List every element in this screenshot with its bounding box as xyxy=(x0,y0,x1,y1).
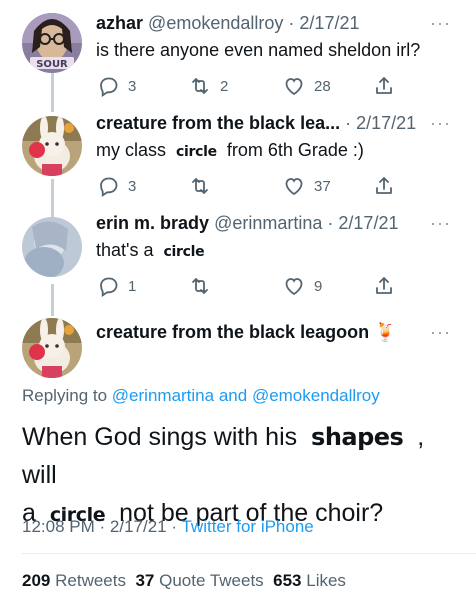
likes-stat[interactable]: 653 Likes xyxy=(273,571,346,590)
tweet-source-link[interactable]: Twitter for iPhone xyxy=(181,517,313,536)
tweet-date[interactable]: 2/17/21 xyxy=(338,213,398,233)
author-handle[interactable]: @emokendallroy xyxy=(148,13,283,33)
author-handle[interactable]: @erinmartina xyxy=(214,213,322,233)
tweet-text: that's a circle xyxy=(96,240,205,261)
author-name[interactable]: creature from the black lea... xyxy=(96,113,340,133)
like-icon xyxy=(285,178,303,196)
likes-count: 653 xyxy=(273,571,302,590)
tweet-date[interactable]: 2/17/21 xyxy=(110,517,167,536)
like-count: 28 xyxy=(314,77,331,95)
author-name[interactable]: erin m. brady xyxy=(96,213,209,233)
quotes-stat[interactable]: 37 Quote Tweets xyxy=(135,571,263,590)
retweet-count: 2 xyxy=(220,77,229,95)
retweet-button[interactable]: 2 xyxy=(188,74,228,98)
share-button[interactable] xyxy=(372,174,396,198)
quotes-count: 37 xyxy=(135,571,155,590)
tweet-date[interactable]: 2/17/21 xyxy=(299,13,359,33)
tweet-stats: 209 Retweets 37 Quote Tweets 653 Likes xyxy=(22,571,346,591)
author-name[interactable]: creature from the black leagoon xyxy=(96,322,369,342)
retweet-icon xyxy=(192,278,208,294)
share-button[interactable] xyxy=(372,74,396,98)
separator: · xyxy=(99,517,106,536)
tweet-text-body: is there anyone even named sheldon irl? xyxy=(96,40,421,60)
like-count: 37 xyxy=(314,177,331,195)
like-button[interactable]: 37 xyxy=(282,174,331,198)
name-emoji: 🍹 xyxy=(374,322,397,343)
tweet-text-emph: circle xyxy=(176,144,217,160)
tweet-actions: 3 37 xyxy=(96,174,416,200)
tweet-text-after: from 6th Grade :) xyxy=(226,140,364,160)
more-icon[interactable]: ··· xyxy=(430,322,451,343)
reply-button[interactable]: 3 xyxy=(96,74,136,98)
reply-count: 3 xyxy=(128,177,137,195)
like-icon xyxy=(285,78,303,96)
replying-to: Replying to @erinmartina and @emokendall… xyxy=(22,386,380,406)
more-icon[interactable]: ··· xyxy=(430,113,451,134)
tweet-time[interactable]: 12:08 PM xyxy=(22,517,95,536)
like-icon xyxy=(285,278,303,296)
thread-line xyxy=(51,284,54,316)
reply-count: 3 xyxy=(128,77,137,95)
retweets-count: 209 xyxy=(22,571,51,590)
like-count: 9 xyxy=(314,277,323,295)
retweet-button[interactable] xyxy=(188,274,220,298)
share-icon xyxy=(376,77,392,94)
tweet-text: my class circle from 6th Grade :) xyxy=(96,140,364,161)
tweet-date[interactable]: 2/17/21 xyxy=(356,113,416,133)
tweet-header: creature from the black lea... · 2/17/21 xyxy=(96,113,416,134)
reply-count: 1 xyxy=(128,277,137,295)
reply-button[interactable]: 1 xyxy=(96,274,136,298)
reply-button[interactable]: 3 xyxy=(96,174,136,198)
share-icon xyxy=(376,277,392,294)
tweet-actions: 1 9 xyxy=(96,274,416,300)
more-icon[interactable]: ··· xyxy=(430,213,451,234)
retweets-label: Retweets xyxy=(55,571,126,590)
retweet-icon xyxy=(192,178,208,194)
divider xyxy=(22,553,476,554)
text-emph: shapes xyxy=(311,423,404,451)
tweet-header: creature from the black leagoon 🍹 xyxy=(96,322,397,343)
text-segment: When God sings with his xyxy=(22,423,298,451)
mention-link[interactable]: @emokendallroy xyxy=(252,386,380,405)
share-button[interactable] xyxy=(372,274,396,298)
share-icon xyxy=(376,177,392,194)
avatar-badge: SOUR xyxy=(36,59,68,70)
avatar[interactable] xyxy=(22,116,82,176)
reply-icon xyxy=(100,77,118,97)
thread-line xyxy=(51,72,54,112)
retweets-stat[interactable]: 209 Retweets xyxy=(22,571,126,590)
tweet-text: is there anyone even named sheldon irl? xyxy=(96,40,420,61)
tweet-actions: 3 2 28 xyxy=(96,74,416,100)
avatar[interactable] xyxy=(22,318,82,378)
tweet-header: azhar @emokendallroy · 2/17/21 xyxy=(96,13,359,34)
reply-icon xyxy=(100,177,118,197)
quotes-label: Quote Tweets xyxy=(159,571,264,590)
replying-and[interactable]: and xyxy=(219,386,247,405)
retweet-button[interactable] xyxy=(188,174,220,198)
tweet-text-before: my class xyxy=(96,140,167,160)
more-icon[interactable]: ··· xyxy=(430,13,451,34)
replying-prefix: Replying to xyxy=(22,386,108,405)
author-name[interactable]: azhar xyxy=(96,13,143,33)
tweet-meta: 12:08 PM · 2/17/21 · Twitter for iPhone xyxy=(22,517,314,537)
tweet-text-before: that's a xyxy=(96,240,154,260)
main-tweet-line: When God sings with his shapes , will xyxy=(22,418,462,494)
thread-line xyxy=(51,179,54,217)
tweet-header: erin m. brady @erinmartina · 2/17/21 xyxy=(96,213,398,234)
tweet-text-emph: circle xyxy=(163,244,205,260)
like-button[interactable]: 9 xyxy=(282,274,322,298)
avatar[interactable]: SOUR xyxy=(22,13,82,73)
mention-link[interactable]: @erinmartina xyxy=(112,386,214,405)
retweet-icon xyxy=(192,78,208,94)
reply-icon xyxy=(100,277,118,297)
like-button[interactable]: 28 xyxy=(282,74,331,98)
avatar[interactable] xyxy=(22,217,82,277)
separator: · xyxy=(171,517,178,536)
likes-label: Likes xyxy=(306,571,346,590)
